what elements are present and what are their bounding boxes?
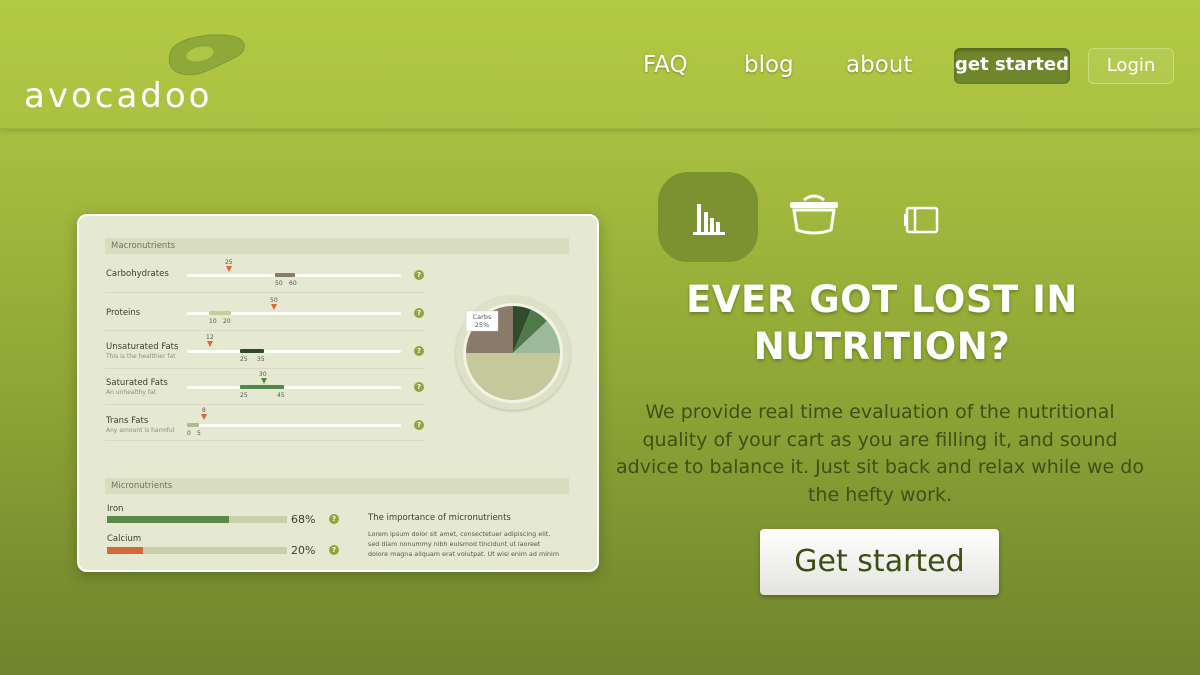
get-started-cta-button[interactable]: Get started (760, 529, 999, 595)
notebook-icon (904, 206, 939, 234)
micronutrient-bar (107, 516, 287, 523)
recommended-range (240, 349, 264, 353)
range-high: 35 (257, 356, 265, 363)
current-value: 8 (202, 407, 206, 414)
micronutrient-percentage: 20% (291, 544, 316, 557)
micronutrients-title: Micronutrients (105, 478, 569, 494)
range-low: 10 (209, 318, 217, 325)
nav-about[interactable]: about (846, 52, 912, 78)
help-icon[interactable]: ? (329, 545, 339, 555)
tab-analysis[interactable] (658, 172, 758, 262)
bar-chart-icon (693, 204, 725, 235)
nutrient-subtitle: An unhealthy fat (106, 389, 157, 396)
pie-percentage: 25% (475, 321, 489, 329)
nutrient-subtitle: This is the healthier fat (106, 353, 176, 360)
range-low: 25 (240, 392, 248, 399)
current-value: 12 (206, 334, 214, 341)
nutrient-row: Proteins 10 20 50 ? (105, 294, 425, 331)
recommended-range (275, 273, 295, 277)
help-icon[interactable]: ? (414, 308, 424, 318)
nutrient-name: Carbohydrates (106, 269, 169, 279)
nutrient-track (187, 386, 401, 389)
dashboard-preview: Macronutrients Carbohydrates 50 60 25 ? … (77, 214, 599, 572)
tab-recipes[interactable] (764, 172, 864, 262)
nav-faq[interactable]: FAQ (643, 52, 688, 78)
help-icon[interactable]: ? (414, 270, 424, 280)
help-icon[interactable]: ? (414, 382, 424, 392)
hero-headline: EVER GOT LOST IN NUTRITION? (686, 278, 1078, 368)
nutrient-name: Saturated Fats (106, 378, 168, 388)
current-value: 50 (270, 297, 278, 304)
login-button[interactable]: Login (1088, 48, 1174, 84)
value-marker (201, 414, 207, 420)
pie-label: Carbs (473, 313, 492, 321)
brand-name: avocadoo (24, 76, 213, 116)
tab-journal[interactable] (870, 172, 970, 262)
range-high: 5 (197, 430, 201, 437)
micronutrient-fill (107, 547, 143, 554)
help-icon[interactable]: ? (414, 420, 424, 430)
current-value: 30 (259, 371, 267, 378)
range-high: 45 (277, 392, 285, 399)
help-icon[interactable]: ? (329, 514, 339, 524)
micronutrient-fill (107, 516, 230, 523)
value-marker (207, 341, 213, 347)
macronutrient-pie-chart: Carbs 25% (456, 296, 570, 410)
pie-svg: Carbs 25% (463, 303, 563, 403)
help-icon[interactable]: ? (414, 346, 424, 356)
micronutrient-bar (107, 547, 287, 554)
nutrient-subtitle: Any amount is harmful (106, 427, 175, 434)
nutrient-row: Unsaturated Fats This is the healthier f… (105, 332, 425, 369)
range-low: 50 (275, 280, 283, 287)
macronutrients-title: Macronutrients (105, 238, 569, 254)
range-high: 20 (223, 318, 231, 325)
range-low: 25 (240, 356, 248, 363)
recommended-range (187, 423, 199, 427)
pie-slice (466, 353, 560, 400)
micronutrient-name: Calcium (107, 534, 142, 544)
pot-icon (790, 194, 838, 235)
hero-description: We provide real time evaluation of the n… (616, 401, 1144, 506)
importance-title: The importance of micronutrients (368, 513, 511, 523)
nutrient-track (187, 350, 401, 353)
recommended-range (209, 311, 231, 315)
header: avocadoo FAQ blog about get started Logi… (0, 0, 1200, 129)
nutrient-row: Trans Fats Any amount is harmful 0 5 8 ? (105, 404, 425, 441)
nav-blog[interactable]: blog (744, 52, 794, 78)
avocado-logo-icon (168, 34, 245, 76)
nutrient-row: Saturated Fats An unhealthy fat 25 45 30… (105, 368, 425, 405)
nutrient-name: Unsaturated Fats (106, 342, 179, 352)
value-marker (261, 378, 267, 384)
nutrient-row: Carbohydrates 50 60 25 ? (105, 256, 425, 293)
value-marker (271, 304, 277, 310)
current-value: 25 (225, 259, 233, 266)
nutrient-name: Trans Fats (106, 416, 149, 426)
importance-body: Lorem ipsum dolor sit amet, consectetuer… (368, 530, 560, 558)
get-started-nav-button[interactable]: get started (954, 48, 1070, 84)
nutrient-name: Proteins (106, 308, 141, 318)
micronutrient-percentage: 68% (291, 513, 316, 526)
micronutrient-name: Iron (107, 504, 124, 514)
nutrient-track (187, 424, 401, 427)
range-low: 0 (187, 430, 191, 437)
recommended-range (240, 385, 284, 389)
logo[interactable]: avocadoo (24, 34, 254, 120)
value-marker (226, 266, 232, 272)
range-high: 60 (289, 280, 297, 287)
